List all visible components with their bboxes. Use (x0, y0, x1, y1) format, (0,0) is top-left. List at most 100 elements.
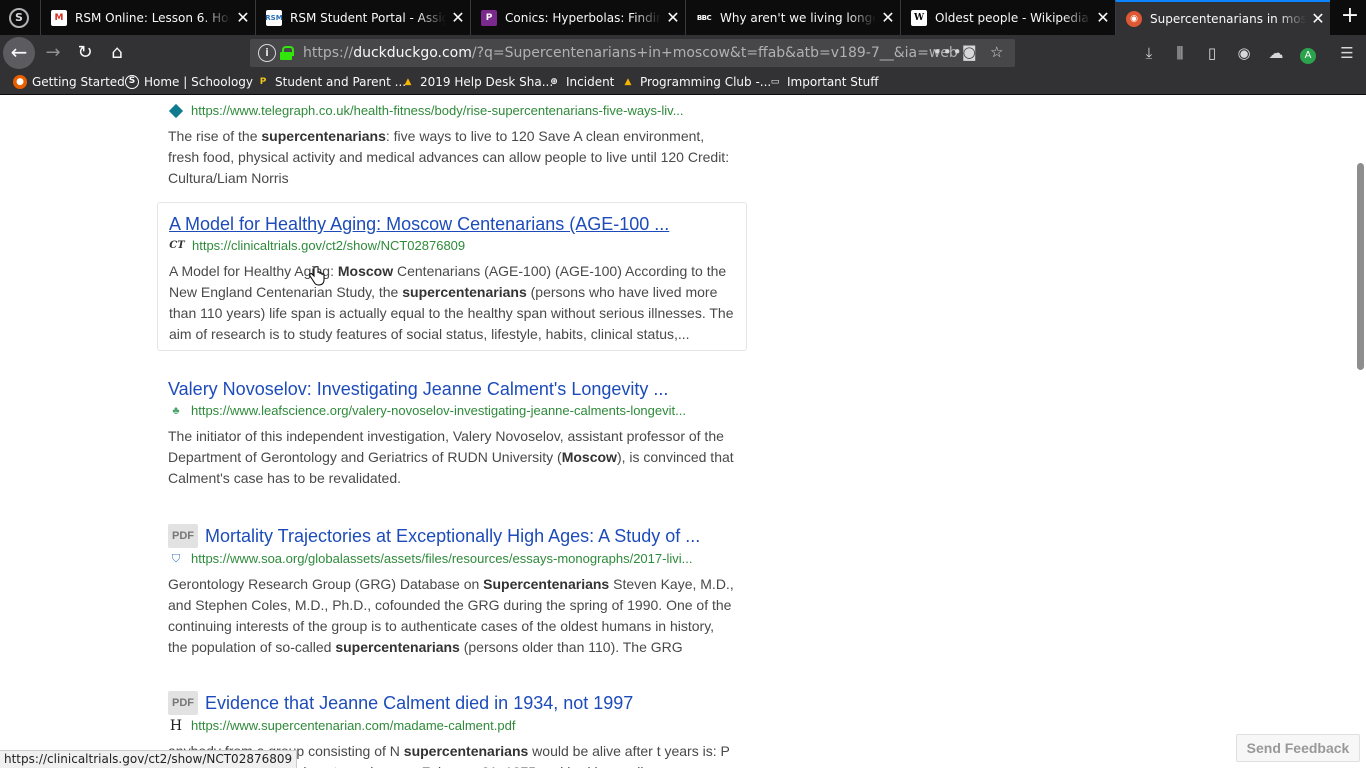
bookmark-label: Incident (566, 75, 615, 89)
bookmark-schoology[interactable]: S Home | Schoology (125, 75, 253, 89)
result-url-text: https://www.soa.org/globalassets/assets/… (191, 551, 693, 566)
close-icon[interactable]: ✕ (231, 8, 255, 27)
result-url-text: https://www.supercentenarian.com/madame-… (191, 718, 516, 733)
bookmark-star-icon[interactable]: ☆ (990, 43, 1003, 61)
account-icon[interactable]: ◉ (1233, 44, 1255, 62)
globe-icon: ⊕ (550, 77, 558, 87)
search-result: https://www.telegraph.co.uk/health-fitne… (157, 96, 747, 197)
forward-button[interactable]: → (38, 39, 68, 67)
bookmark-label: Getting Started (32, 75, 125, 89)
result-title-text[interactable]: Evidence that Jeanne Calment died in 193… (205, 692, 633, 714)
sidebar-icon[interactable]: ▯ (1201, 44, 1223, 62)
url-bar[interactable]: i https://duckduckgo.com/?q=Supercentena… (250, 39, 1015, 67)
result-url[interactable]: https://www.telegraph.co.uk/health-fitne… (168, 101, 736, 121)
result-title[interactable]: Valery Novoselov: Investigating Jeanne C… (168, 378, 736, 400)
tab-duckduckgo[interactable]: ◉ Supercentenarians in moscow ✕ (1115, 0, 1330, 35)
page-actions-icon[interactable]: ••• (933, 43, 963, 61)
result-title[interactable]: PDF Evidence that Jeanne Calment died in … (168, 691, 736, 715)
result-snippet: The rise of the supercentenarians: five … (168, 128, 730, 186)
bookmark-programming-club[interactable]: ▲ Programming Club -... (621, 75, 772, 89)
parent-portal-icon: P (259, 77, 267, 87)
result-snippet: The initiator of this independent invest… (168, 428, 734, 486)
bookmark-label: 2019 Help Desk Sha... (420, 75, 554, 89)
leafscience-icon: ♣ (172, 405, 180, 417)
result-url-text: https://www.leafscience.org/valery-novos… (191, 403, 686, 418)
pocket-icon[interactable]: ◙ (962, 43, 977, 61)
tab-bbc[interactable]: BBC Why aren't we living longer? - BBC ✕ (685, 0, 900, 35)
result-url[interactable]: ♣ https://www.leafscience.org/valery-nov… (168, 401, 736, 421)
purplemath-icon: P (481, 9, 497, 26)
schoology-menu-icon[interactable]: S (9, 8, 29, 28)
close-icon[interactable]: ✕ (1306, 9, 1330, 28)
tab-rsm-portal[interactable]: RSM RSM Student Portal - Assignments ✕ (255, 0, 470, 35)
schoology-icon: S (125, 75, 139, 89)
home-button[interactable]: ⌂ (102, 39, 132, 67)
tab-title: Why aren't we living longer? - BBC (720, 10, 876, 25)
bookmark-student-parent[interactable]: P Student and Parent ... (256, 75, 406, 89)
result-url[interactable]: CT https://clinicaltrials.gov/ct2/show/N… (169, 236, 735, 256)
url-domain: duckduckgo.com (353, 45, 472, 61)
rsm-icon: RSM (265, 9, 283, 26)
bbc-icon: BBC (696, 13, 712, 22)
telegraph-icon (168, 103, 184, 119)
tab-title: Conics: Hyperbolas: Finding the (505, 10, 661, 25)
clinicaltrials-icon: CT (169, 240, 185, 251)
tab-title: Oldest people - Wikipedia (935, 10, 1089, 25)
result-title-text[interactable]: Valery Novoselov: Investigating Jeanne C… (168, 378, 668, 400)
gmail-icon: M (51, 9, 67, 26)
extension-icon[interactable]: ☁ (1265, 44, 1287, 62)
tab-title: RSM Online: Lesson 6. Homework (75, 10, 231, 25)
result-title-text[interactable]: A Model for Healthy Aging: Moscow Centen… (169, 213, 669, 235)
tab-rsm-online[interactable]: M RSM Online: Lesson 6. Homework ✕ (40, 0, 255, 35)
menu-icon[interactable]: ☰ (1336, 44, 1358, 62)
pdf-badge: PDF (168, 691, 198, 715)
new-tab-button[interactable]: + (1338, 4, 1362, 30)
close-icon[interactable]: ✕ (661, 8, 685, 27)
bookmarks-toolbar: ● Getting Started S Home | Schoology P S… (0, 72, 1366, 95)
duckduckgo-icon: ◉ (1126, 10, 1142, 27)
bookmark-important-stuff[interactable]: ▭ Important Stuff (768, 75, 879, 89)
firefox-icon: ● (13, 75, 27, 89)
bookmark-help-desk[interactable]: ▲ 2019 Help Desk Sha... (401, 75, 554, 89)
result-title[interactable]: PDF Mortality Trajectories at Exceptional… (168, 524, 736, 548)
scrollbar-thumb[interactable] (1357, 163, 1364, 370)
tab-title: RSM Student Portal - Assignments (290, 10, 446, 25)
profile-avatar-icon[interactable]: A (1297, 44, 1319, 64)
library-icon[interactable]: ⫼ (1169, 44, 1191, 62)
bookmark-label: Important Stuff (787, 75, 879, 89)
back-button[interactable]: ← (3, 37, 35, 69)
scrollbar[interactable] (1354, 96, 1366, 768)
result-title[interactable]: A Model for Healthy Aging: Moscow Centen… (169, 213, 735, 235)
lock-icon[interactable] (280, 46, 294, 60)
result-url-text: https://www.telegraph.co.uk/health-fitne… (191, 103, 684, 118)
folder-icon: ▭ (770, 77, 780, 87)
search-result: PDF Mortality Trajectories at Exceptional… (157, 514, 747, 666)
send-feedback-button[interactable]: Send Feedback (1236, 734, 1360, 762)
bookmark-label: Programming Club -... (640, 75, 772, 89)
close-icon[interactable]: ✕ (876, 8, 900, 27)
result-url[interactable]: H https://www.supercentenarian.com/madam… (168, 716, 736, 736)
wikipedia-icon: W (911, 9, 927, 26)
info-icon[interactable]: i (258, 44, 276, 62)
tab-title: Supercentenarians in moscow (1150, 11, 1306, 26)
tab-strip: S M RSM Online: Lesson 6. Homework ✕ RSM… (0, 0, 1366, 35)
url-prefix: https:// (303, 45, 354, 61)
supercentenarian-site-icon: H (169, 718, 183, 734)
result-title-text[interactable]: Mortality Trajectories at Exceptionally … (205, 525, 700, 547)
tab-conics[interactable]: P Conics: Hyperbolas: Finding the ✕ (470, 0, 685, 35)
page-content: https://www.telegraph.co.uk/health-fitne… (0, 96, 1366, 768)
downloads-icon[interactable]: ⤓ (1138, 44, 1160, 62)
result-url[interactable]: ⛉ https://www.soa.org/globalassets/asset… (168, 549, 736, 569)
close-icon[interactable]: ✕ (1091, 8, 1115, 27)
search-result-hovered[interactable]: A Model for Healthy Aging: Moscow Centen… (157, 202, 747, 351)
bookmark-label: Home | Schoology (144, 75, 254, 89)
tab-wikipedia[interactable]: W Oldest people - Wikipedia ✕ (900, 0, 1115, 35)
bookmark-getting-started[interactable]: ● Getting Started (13, 75, 125, 89)
reload-button[interactable]: ↻ (70, 39, 100, 67)
status-bar-url: https://clinicaltrials.gov/ct2/show/NCT0… (0, 750, 298, 768)
bookmark-incident[interactable]: ⊕ Incident (547, 75, 614, 89)
google-drive-icon: ▲ (624, 77, 632, 87)
url-text[interactable]: https://duckduckgo.com/?q=Supercentenari… (303, 45, 958, 61)
pdf-badge: PDF (168, 524, 198, 548)
close-icon[interactable]: ✕ (446, 8, 470, 27)
